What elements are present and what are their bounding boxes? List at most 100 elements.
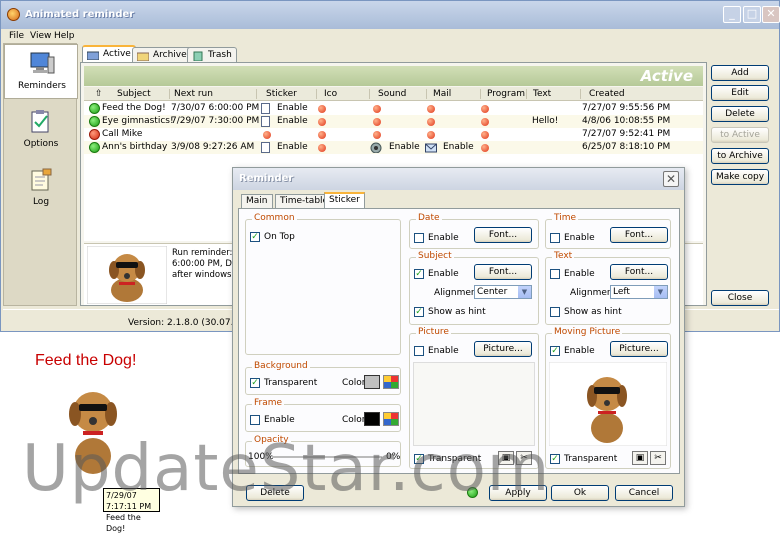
menu-help[interactable]: Help <box>54 31 75 41</box>
date-enable-checkbox[interactable] <box>414 233 424 243</box>
sticker-settings-panel: Common ✓ On Top Background ✓ Transparent… <box>238 208 680 474</box>
dialog-title-bar: Reminder ✕ <box>233 168 684 190</box>
text-alignment-select[interactable]: Left ▼ <box>610 285 668 299</box>
sort-arrow-icon[interactable]: ⇧ <box>95 89 103 99</box>
dialog-delete-button[interactable]: Delete <box>246 485 304 501</box>
dog-picture <box>549 362 667 446</box>
sidebar-item-options[interactable]: Options <box>4 108 78 153</box>
subject-hint-checkbox[interactable]: ✓ <box>414 307 424 317</box>
table-row[interactable]: Eye gimnastics! 7/29/07 7:30:00 PM Enabl… <box>84 115 703 128</box>
save-icon[interactable]: ▣ <box>498 451 514 465</box>
maximize-button[interactable]: □ <box>743 6 761 23</box>
col-next-run[interactable]: Next run <box>174 89 213 99</box>
date-enable-label: Enable <box>428 233 459 243</box>
moving-transparent-checkbox[interactable]: ✓ <box>550 454 560 464</box>
edit-button[interactable]: Edit <box>711 85 769 101</box>
date-font-button[interactable]: Font... <box>474 227 532 243</box>
tab-active[interactable]: Active <box>82 45 136 63</box>
time-group: Time Enable Font... <box>545 213 671 249</box>
sidebar-item-log[interactable]: Log <box>4 166 78 211</box>
table-row[interactable]: Call Mike 7/27/07 9:52:41 PM <box>84 128 703 141</box>
disabled-dot-icon <box>318 144 326 152</box>
cut-icon[interactable]: ✂ <box>516 451 532 465</box>
delete-button[interactable]: Delete <box>711 106 769 122</box>
text-enable-checkbox[interactable] <box>550 269 560 279</box>
close-button[interactable]: Close <box>711 290 769 306</box>
disabled-dot-icon <box>318 131 326 139</box>
col-created[interactable]: Created <box>589 89 625 99</box>
subject-alignment-select[interactable]: Center ▼ <box>474 285 532 299</box>
cell-mail: Enable <box>443 142 474 152</box>
time-enable-checkbox[interactable] <box>550 233 560 243</box>
sidebar-item-label: Options <box>23 139 59 149</box>
tab-trash[interactable]: Trash <box>187 47 237 63</box>
apply-button[interactable]: Apply <box>489 485 547 501</box>
make-copy-button[interactable]: Make copy <box>711 169 769 185</box>
sticker-title: Feed the Dog! <box>35 352 137 369</box>
tooltip-text: Feed the Dog! <box>106 513 141 533</box>
cell-sticker: Enable <box>277 142 308 152</box>
subject-enable-label: Enable <box>428 269 459 279</box>
minimize-button[interactable]: _ <box>723 6 741 23</box>
subject-font-button[interactable]: Font... <box>474 264 532 280</box>
bg-transparent-checkbox[interactable]: ✓ <box>250 378 260 388</box>
reminder-dialog: Reminder ✕ Main Time-table Sticker Commo… <box>232 167 685 507</box>
frame-color-swatch[interactable] <box>364 412 380 426</box>
tab-archive[interactable]: Archive <box>132 47 192 63</box>
col-text[interactable]: Text <box>533 89 551 99</box>
picture-select-button[interactable]: Picture... <box>474 341 532 357</box>
col-ico[interactable]: Ico <box>324 89 337 99</box>
col-sound[interactable]: Sound <box>378 89 406 99</box>
cell-next-run: 7/29/07 7:30:00 PM <box>171 116 260 126</box>
cell-subject: Ann's birthday <box>102 142 168 152</box>
to-active-button[interactable]: to Active <box>711 127 769 143</box>
group-title: Frame <box>252 398 285 408</box>
col-mail[interactable]: Mail <box>433 89 451 99</box>
dialog-close-icon[interactable]: ✕ <box>663 171 679 187</box>
text-font-button[interactable]: Font... <box>610 264 668 280</box>
on-top-label: On Top <box>264 232 295 242</box>
col-sticker[interactable]: Sticker <box>266 89 297 99</box>
frame-enable-checkbox[interactable] <box>250 415 260 425</box>
text-group: Text Enable Font... Alignment Left ▼ Sho… <box>545 251 671 325</box>
disabled-dot-icon <box>373 131 381 139</box>
picture-enable-checkbox[interactable] <box>414 346 424 356</box>
col-program[interactable]: Program <box>487 89 525 99</box>
tab-main[interactable]: Main <box>241 194 273 209</box>
table-row[interactable]: Ann's birthday 3/9/08 9:27:26 AM Enable … <box>84 141 703 154</box>
cancel-button[interactable]: Cancel <box>615 485 673 501</box>
moving-picture-button[interactable]: Picture... <box>610 341 668 357</box>
palette-icon[interactable] <box>383 375 399 389</box>
subject-enable-checkbox[interactable]: ✓ <box>414 269 424 279</box>
to-archive-button[interactable]: to Archive <box>711 148 769 164</box>
menu-view[interactable]: View <box>30 31 51 41</box>
picture-transparent-label: Transparent <box>428 454 482 464</box>
picture-transparent-checkbox[interactable]: ✓ <box>414 454 424 464</box>
group-title: Subject <box>416 251 454 261</box>
cell-text: Hello! <box>532 116 559 126</box>
chevron-down-icon[interactable]: ▼ <box>518 286 531 298</box>
cell-created: 7/27/07 9:52:41 PM <box>582 129 671 139</box>
palette-icon[interactable] <box>383 412 399 426</box>
text-hint-checkbox[interactable] <box>550 307 560 317</box>
sidebar-item-reminders[interactable]: Reminders <box>4 44 78 99</box>
on-top-checkbox[interactable]: ✓ <box>250 232 260 242</box>
time-font-button[interactable]: Font... <box>610 227 668 243</box>
chevron-down-icon[interactable]: ▼ <box>654 286 667 298</box>
title-bar: Animated reminder _ □ ✕ <box>1 1 780 29</box>
sticker-icon <box>261 142 270 153</box>
ok-button[interactable]: Ok <box>551 485 609 501</box>
cut-icon[interactable]: ✂ <box>650 451 666 465</box>
bg-color-swatch[interactable] <box>364 375 380 389</box>
tab-sticker[interactable]: Sticker <box>324 192 365 209</box>
table-row[interactable]: Feed the Dog! 7/30/07 6:00:00 PM Enable … <box>84 102 703 115</box>
close-window-button[interactable]: ✕ <box>762 6 780 23</box>
tab-label: Trash <box>208 50 232 60</box>
menu-file[interactable]: File <box>9 31 24 41</box>
opacity-slider[interactable] <box>272 456 382 458</box>
moving-enable-checkbox[interactable]: ✓ <box>550 346 560 356</box>
col-subject[interactable]: Subject <box>117 89 151 99</box>
save-icon[interactable]: ▣ <box>632 451 648 465</box>
tooltip-time: 7/29/07 7:17:11 PM <box>106 491 152 511</box>
add-button[interactable]: Add <box>711 65 769 81</box>
